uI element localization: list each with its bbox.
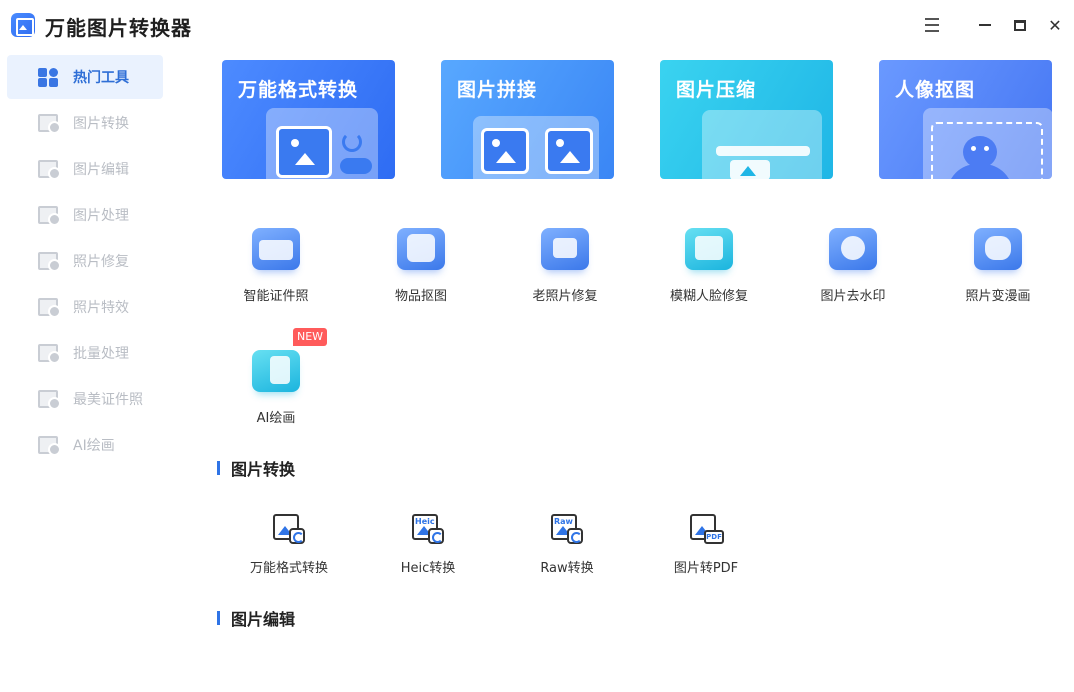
grid-icon	[38, 68, 58, 87]
sidebar-item-label: 批量处理	[73, 346, 129, 362]
banner-format-convert[interactable]: 万能格式转换	[222, 60, 395, 179]
banner-title: 图片拼接	[457, 79, 538, 101]
banner-compress[interactable]: 图片压缩	[660, 60, 833, 179]
id-photo-icon	[38, 390, 61, 410]
tool-watermark-remove[interactable]: 图片去水印	[793, 224, 913, 314]
tool-cartoon[interactable]: 照片变漫画	[938, 224, 1058, 314]
tool-label: 智能证件照	[243, 289, 309, 304]
banner-title: 人像抠图	[895, 79, 976, 101]
tool-ai-paint[interactable]: AI绘画	[216, 346, 336, 436]
photo-repair-icon	[38, 252, 61, 272]
sidebar-item-label: 图片处理	[73, 208, 129, 224]
menu-icon[interactable]	[920, 13, 944, 37]
banner-title: 万能格式转换	[238, 79, 359, 101]
sidebar-item-effects[interactable]: 照片特效	[7, 285, 163, 329]
tool-label: 图片去水印	[820, 289, 886, 304]
photo-effects-icon	[38, 298, 61, 318]
title-bar: 万能图片转换器 ✕	[0, 0, 1074, 50]
tool-object-cutout[interactable]: 物品抠图	[361, 224, 481, 314]
tool-label: 照片变漫画	[965, 289, 1031, 304]
convert-tool-raw[interactable]: Raw Raw转换	[502, 512, 632, 582]
refresh-icon	[342, 132, 362, 152]
pdf-convert-icon: PDF	[688, 512, 724, 546]
close-icon[interactable]: ✕	[1043, 13, 1067, 37]
tool-old-photo-repair[interactable]: 老照片修复	[505, 224, 625, 314]
batch-icon	[38, 344, 61, 364]
convert-tool-label: 图片转PDF	[673, 561, 739, 576]
sidebar-item-process[interactable]: 图片处理	[7, 193, 163, 237]
convert-tool-pdf[interactable]: PDF 图片转PDF	[641, 512, 771, 582]
id-photo-icon	[250, 226, 302, 276]
ai-paint-icon	[38, 436, 61, 456]
cartoon-icon	[972, 226, 1024, 276]
sidebar-item-label: 图片转换	[73, 116, 129, 132]
sidebar-item-label: 照片修复	[73, 254, 129, 270]
convert-tool-label: 万能格式转换	[249, 561, 328, 576]
sidebar-item-label: AI绘画	[73, 438, 115, 454]
banner-portrait-cutout[interactable]: 人像抠图	[879, 60, 1052, 179]
sidebar-item-label: 热门工具	[73, 70, 129, 86]
convert-tool-heic[interactable]: Heic Heic转换	[363, 512, 493, 582]
ai-paint-icon	[250, 348, 302, 398]
tool-label: 老照片修复	[532, 289, 598, 304]
banner-stitch[interactable]: 图片拼接	[441, 60, 614, 179]
new-badge: NEW	[293, 328, 327, 346]
raw-convert-icon: Raw	[549, 512, 585, 546]
sidebar-item-hot-tools[interactable]: 热门工具	[7, 55, 163, 99]
minimize-icon[interactable]	[973, 13, 997, 37]
tool-label: AI绘画	[256, 411, 296, 426]
tool-label: 物品抠图	[394, 289, 447, 304]
image-process-icon	[38, 206, 61, 226]
sidebar-item-repair[interactable]: 照片修复	[7, 239, 163, 283]
sidebar-item-batch[interactable]: 批量处理	[7, 331, 163, 375]
app-logo-icon	[11, 13, 35, 37]
tool-id-photo[interactable]: 智能证件照	[216, 224, 336, 314]
sidebar-item-label: 照片特效	[73, 300, 129, 316]
section-header-edit: 图片编辑	[217, 608, 296, 629]
watermark-remove-icon	[827, 226, 879, 276]
sidebar: 热门工具 图片转换 图片编辑 图片处理 照片修复 照片特效 批量处理 最美证件照…	[0, 50, 172, 692]
section-title: 图片转换	[231, 460, 296, 479]
sidebar-item-id-photo[interactable]: 最美证件照	[7, 377, 163, 421]
convert-tool-label: Raw转换	[540, 561, 594, 576]
section-title: 图片编辑	[231, 610, 296, 629]
maximize-icon[interactable]	[1008, 13, 1032, 37]
section-header-convert: 图片转换	[217, 458, 296, 479]
banner-title: 图片压缩	[676, 79, 757, 101]
sidebar-item-edit[interactable]: 图片编辑	[7, 147, 163, 191]
tool-label: 模糊人脸修复	[669, 289, 748, 304]
sidebar-item-convert[interactable]: 图片转换	[7, 101, 163, 145]
tool-face-restore[interactable]: 模糊人脸修复	[649, 224, 769, 314]
heic-convert-icon: Heic	[410, 512, 446, 546]
image-convert-icon	[271, 512, 307, 546]
sidebar-item-label: 最美证件照	[73, 392, 143, 408]
app-title: 万能图片转换器	[45, 16, 192, 40]
sidebar-item-ai-paint[interactable]: AI绘画	[7, 423, 163, 467]
convert-tool-label: Heic转换	[400, 561, 456, 576]
sidebar-item-label: 图片编辑	[73, 162, 129, 178]
face-restore-icon	[683, 226, 735, 276]
old-photo-repair-icon	[539, 226, 591, 276]
image-convert-icon	[38, 114, 61, 134]
object-cutout-icon	[395, 226, 447, 276]
image-edit-icon	[38, 160, 61, 180]
convert-tool-format[interactable]: 万能格式转换	[224, 512, 354, 582]
